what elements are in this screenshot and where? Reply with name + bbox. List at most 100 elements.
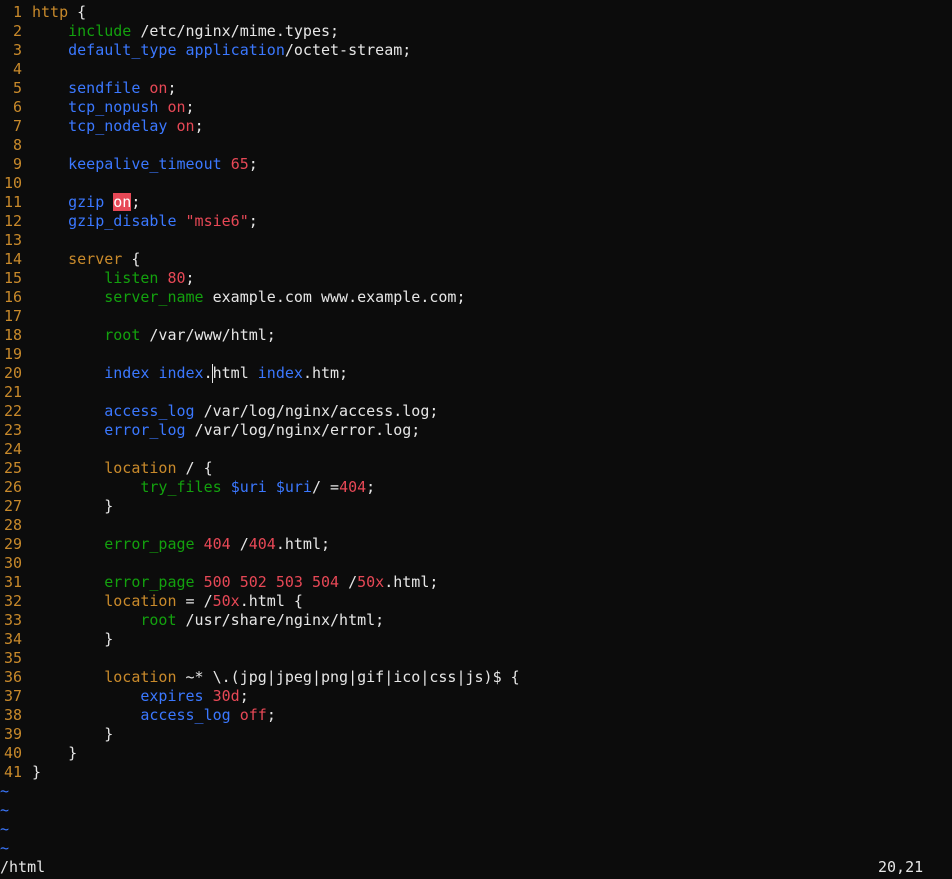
code-token: ~* \.(jpg|jpeg|png|gif|ico|css|js)$ { <box>176 668 520 686</box>
code-line[interactable]: 27 } <box>0 497 952 516</box>
code-line[interactable]: 28 <box>0 516 952 535</box>
code-token: ; <box>366 478 376 496</box>
code-token: "msie6" <box>185 212 249 230</box>
code-line[interactable]: 30 <box>0 554 952 573</box>
code-line[interactable]: 22 access_log /var/log/nginx/access.log; <box>0 402 952 421</box>
code-line[interactable]: 16 server_name example.com www.example.c… <box>0 288 952 307</box>
code-line[interactable]: 26 try_files $uri $uri/ =404; <box>0 478 952 497</box>
line-number-text: 13 <box>3 231 22 249</box>
line-number: 26 <box>0 478 32 497</box>
code-token: server_name <box>104 288 204 306</box>
line-number: 34 <box>0 630 32 649</box>
code-line[interactable]: 4 <box>0 60 952 79</box>
line-number: 17 <box>0 307 32 326</box>
code-token: gzip_disable <box>68 212 177 230</box>
code-line[interactable]: 32 location = /50x.html { <box>0 592 952 611</box>
code-token: index <box>104 364 150 382</box>
line-number-text: 17 <box>3 307 22 325</box>
code-token: tcp_nodelay <box>68 117 168 135</box>
line-number: 8 <box>0 136 32 155</box>
code-line[interactable]: 34 } <box>0 630 952 649</box>
code-token: root <box>104 326 141 344</box>
code-text: root /usr/share/nginx/html; <box>32 611 384 629</box>
code-line[interactable]: 35 <box>0 649 952 668</box>
code-line[interactable]: 25 location / { <box>0 459 952 478</box>
code-line[interactable]: 19 <box>0 345 952 364</box>
code-line[interactable]: 9 keepalive_timeout 65; <box>0 155 952 174</box>
code-line[interactable]: 23 error_log /var/log/nginx/error.log; <box>0 421 952 440</box>
line-number-text: 31 <box>3 573 22 591</box>
line-number: 25 <box>0 459 32 478</box>
code-token: /octet-stream; <box>284 41 412 59</box>
code-line[interactable]: 29 error_page 404 /404.html; <box>0 535 952 554</box>
line-number-text: 22 <box>3 402 22 420</box>
code-text: gzip_disable "msie6"; <box>32 212 258 230</box>
code-token: $uri <box>230 478 267 496</box>
line-number: 9 <box>0 155 32 174</box>
code-line[interactable]: 5 sendfile on; <box>0 79 952 98</box>
code-line[interactable]: 20 index index.html index.htm; <box>0 364 952 383</box>
code-line[interactable]: 41} <box>0 763 952 782</box>
code-token: { <box>122 250 141 268</box>
code-line[interactable]: 13 <box>0 231 952 250</box>
code-line[interactable]: 11 gzip on; <box>0 193 952 212</box>
code-line[interactable]: 17 <box>0 307 952 326</box>
code-line[interactable]: 36 location ~* \.(jpg|jpeg|png|gif|ico|c… <box>0 668 952 687</box>
line-number-text: 35 <box>3 649 22 667</box>
code-token: location <box>104 668 177 686</box>
code-text: http { <box>32 3 86 21</box>
empty-buffer-line: ~ <box>0 839 10 857</box>
line-number-text: 26 <box>3 478 22 496</box>
line-number: 6 <box>0 98 32 117</box>
line-number: 22 <box>0 402 32 421</box>
empty-buffer-line: ~ <box>0 801 10 819</box>
code-line[interactable]: 6 tcp_nopush on; <box>0 98 952 117</box>
code-token: ; <box>167 79 177 97</box>
code-line[interactable]: 37 expires 30d; <box>0 687 952 706</box>
code-line[interactable]: 3 default_type application/octet-stream; <box>0 41 952 60</box>
line-number-text: 12 <box>3 212 22 230</box>
code-token: http <box>32 3 69 21</box>
line-number-text: 39 <box>3 725 22 743</box>
code-text: access_log /var/log/nginx/access.log; <box>32 402 438 420</box>
code-line[interactable]: 14 server { <box>0 250 952 269</box>
code-token: error_page <box>104 535 195 553</box>
code-line[interactable]: 10 <box>0 174 952 193</box>
code-line[interactable]: 8 <box>0 136 952 155</box>
command-line[interactable]: /html <box>0 858 45 877</box>
code-line[interactable]: 21 <box>0 383 952 402</box>
code-line[interactable]: 33 root /usr/share/nginx/html; <box>0 611 952 630</box>
code-line[interactable]: 12 gzip_disable "msie6"; <box>0 212 952 231</box>
code-line[interactable]: 38 access_log off; <box>0 706 952 725</box>
code-line[interactable]: 1 http { <box>0 3 952 22</box>
line-number-text: 19 <box>3 345 22 363</box>
code-text: } <box>32 725 113 743</box>
line-number-text: 6 <box>12 98 22 116</box>
code-line[interactable]: 31 error_page 500 502 503 504 /50x.html; <box>0 573 952 592</box>
code-text: } <box>32 763 41 781</box>
line-number-text: 15 <box>3 269 22 287</box>
code-line[interactable]: 15 listen 80; <box>0 269 952 288</box>
code-line[interactable]: 39 } <box>0 725 952 744</box>
code-token: ; <box>248 212 258 230</box>
line-number: 18 <box>0 326 32 345</box>
line-number: 30 <box>0 554 32 573</box>
code-line[interactable]: 40 } <box>0 744 952 763</box>
code-line[interactable]: 18 root /var/www/html; <box>0 326 952 345</box>
code-line[interactable]: 7 tcp_nodelay on; <box>0 117 952 136</box>
code-line[interactable]: 24 <box>0 440 952 459</box>
code-line[interactable]: 2 include /etc/nginx/mime.types; <box>0 22 952 41</box>
editor-buffer[interactable]: 1 http {2 include /etc/nginx/mime.types; 3… <box>0 3 952 858</box>
